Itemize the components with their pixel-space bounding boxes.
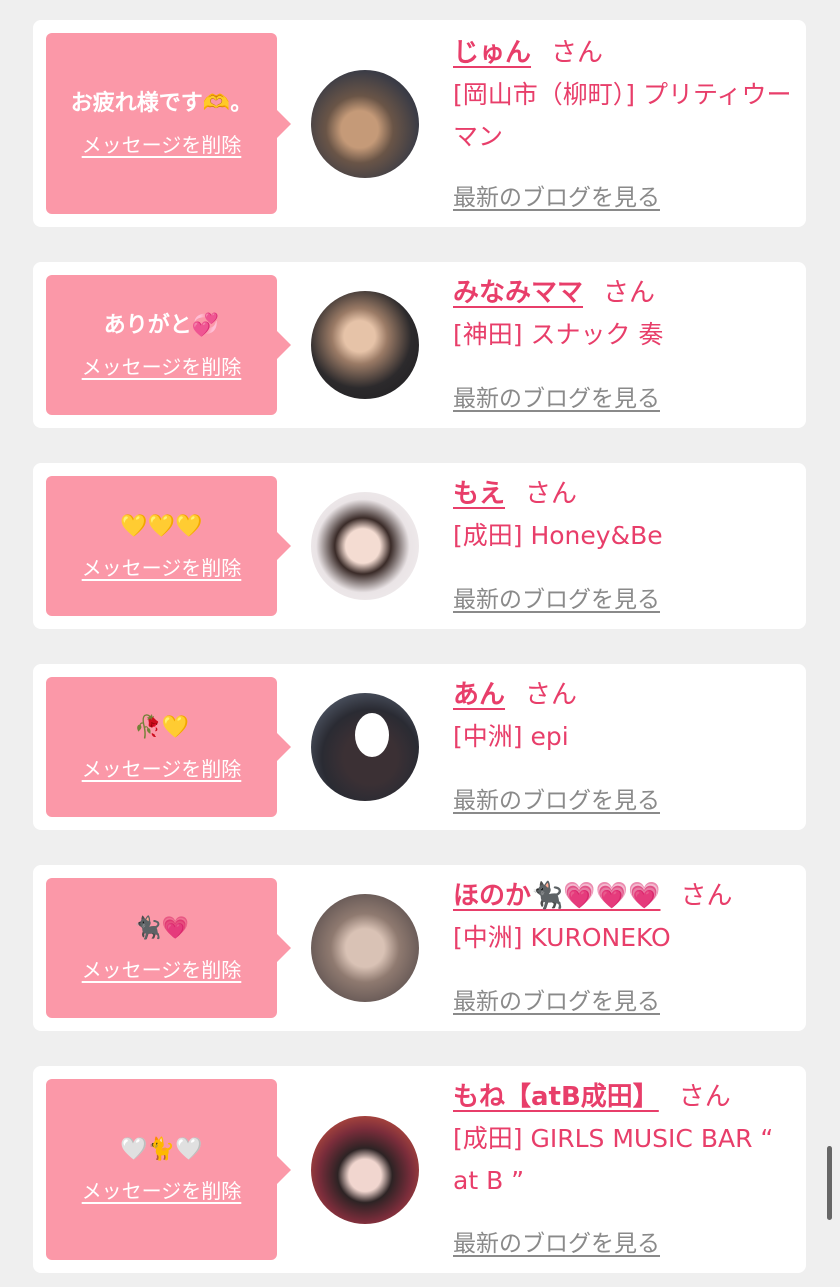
message-bubble: 🐈‍⬛💗 メッセージを削除 bbox=[46, 878, 291, 1018]
shop-info: [中洲] epi bbox=[453, 722, 569, 751]
delete-message-button[interactable]: メッセージを削除 bbox=[82, 351, 242, 380]
user-name-link[interactable]: あん bbox=[453, 680, 505, 710]
honorific: さん bbox=[603, 278, 656, 308]
avatar[interactable] bbox=[311, 492, 419, 600]
latest-blog-link[interactable]: 最新のブログを見る bbox=[453, 580, 660, 614]
message-card: 💛💛💛 メッセージを削除 もえ さん [成田] Honey&Be 最新のブログを見… bbox=[33, 463, 806, 629]
user-name-link[interactable]: もね【atB成田】 bbox=[453, 1082, 659, 1112]
shop-info: [中洲] KURONEKO bbox=[453, 923, 671, 952]
honorific: さん bbox=[525, 479, 578, 509]
name-line: もね【atB成田】 さん bbox=[453, 1080, 798, 1114]
name-line: ほのか🐈‍⬛💗💗💗 さん bbox=[453, 879, 798, 913]
message-card: 🤍🐈🤍 メッセージを削除 もね【atB成田】 さん [成田] GIRLS MUSI… bbox=[33, 1066, 806, 1273]
delete-message-button[interactable]: メッセージを削除 bbox=[82, 129, 242, 158]
honorific: さん bbox=[678, 1082, 731, 1112]
message-bubble: ありがと💞 メッセージを削除 bbox=[46, 275, 291, 415]
name-line: じゅん さん bbox=[453, 36, 798, 70]
shop-info: [神田] スナック 奏 bbox=[453, 320, 664, 349]
message-text: ありがと💞 bbox=[103, 312, 220, 338]
user-name-link[interactable]: もえ bbox=[453, 479, 505, 509]
avatar[interactable] bbox=[311, 1116, 419, 1224]
user-info: ほのか🐈‍⬛💗💗💗 さん [中洲] KURONEKO bbox=[453, 879, 798, 959]
latest-blog-link[interactable]: 最新のブログを見る bbox=[453, 982, 660, 1016]
delete-message-button[interactable]: メッセージを削除 bbox=[82, 954, 242, 983]
message-text: 🥀💛 bbox=[134, 714, 189, 740]
user-info: もね【atB成田】 さん [成田] GIRLS MUSIC BAR “ at B … bbox=[453, 1080, 798, 1202]
user-info: もえ さん [成田] Honey&Be bbox=[453, 477, 798, 557]
avatar[interactable] bbox=[311, 693, 419, 801]
message-card: 🐈‍⬛💗 メッセージを削除 ほのか🐈‍⬛💗💗💗 さん [中洲] KURONEKO … bbox=[33, 865, 806, 1031]
message-text: 🐈‍⬛💗 bbox=[134, 915, 189, 941]
message-bubble: お疲れ様です🫶。 メッセージを削除 bbox=[46, 33, 291, 214]
message-card: ありがと💞 メッセージを削除 みなみママ さん [神田] スナック 奏 最新のブロ… bbox=[33, 262, 806, 428]
name-line: みなみママ さん bbox=[453, 276, 798, 310]
message-text: お疲れ様です🫶。 bbox=[70, 91, 253, 116]
latest-blog-link[interactable]: 最新のブログを見る bbox=[453, 781, 660, 815]
user-name-link[interactable]: ほのか🐈‍⬛💗💗💗 bbox=[453, 881, 661, 911]
name-line: あん さん bbox=[453, 678, 798, 712]
user-info: みなみママ さん [神田] スナック 奏 bbox=[453, 276, 798, 356]
delete-message-button[interactable]: メッセージを削除 bbox=[82, 552, 242, 581]
message-card: 🥀💛 メッセージを削除 あん さん [中洲] epi 最新のブログを見る bbox=[33, 664, 806, 830]
honorific: さん bbox=[525, 680, 578, 710]
message-bubble: 🥀💛 メッセージを削除 bbox=[46, 677, 291, 817]
honorific: さん bbox=[680, 881, 733, 911]
message-card: お疲れ様です🫶。 メッセージを削除 じゅん さん [岡山市（柳町）] プリティウー… bbox=[33, 20, 806, 227]
avatar[interactable] bbox=[311, 291, 419, 399]
shop-info: [成田] Honey&Be bbox=[453, 521, 663, 550]
latest-blog-link[interactable]: 最新のブログを見る bbox=[453, 379, 660, 413]
avatar[interactable] bbox=[311, 894, 419, 1002]
user-name-link[interactable]: じゅん bbox=[453, 38, 531, 68]
scrollbar[interactable] bbox=[827, 1146, 832, 1220]
message-text: 💛💛💛 bbox=[120, 513, 203, 539]
message-list: お疲れ様です🫶。 メッセージを削除 じゅん さん [岡山市（柳町）] プリティウー… bbox=[0, 0, 840, 1287]
message-bubble: 💛💛💛 メッセージを削除 bbox=[46, 476, 291, 616]
user-name-link[interactable]: みなみママ bbox=[453, 278, 583, 308]
message-text: 🤍🐈🤍 bbox=[120, 1137, 203, 1162]
honorific: さん bbox=[551, 38, 604, 68]
latest-blog-link[interactable]: 最新のブログを見る bbox=[453, 178, 660, 212]
latest-blog-link[interactable]: 最新のブログを見る bbox=[453, 1224, 660, 1258]
delete-message-button[interactable]: メッセージを削除 bbox=[82, 753, 242, 782]
shop-info: [岡山市（柳町）] プリティウーマン bbox=[453, 80, 792, 151]
avatar[interactable] bbox=[311, 70, 419, 178]
delete-message-button[interactable]: メッセージを削除 bbox=[82, 1175, 242, 1204]
user-info: じゅん さん [岡山市（柳町）] プリティウーマン bbox=[453, 36, 798, 158]
face-mask bbox=[355, 713, 389, 757]
message-bubble: 🤍🐈🤍 メッセージを削除 bbox=[46, 1079, 291, 1260]
user-info: あん さん [中洲] epi bbox=[453, 678, 798, 758]
name-line: もえ さん bbox=[453, 477, 798, 511]
shop-info: [成田] GIRLS MUSIC BAR “ at B ” bbox=[453, 1124, 774, 1195]
